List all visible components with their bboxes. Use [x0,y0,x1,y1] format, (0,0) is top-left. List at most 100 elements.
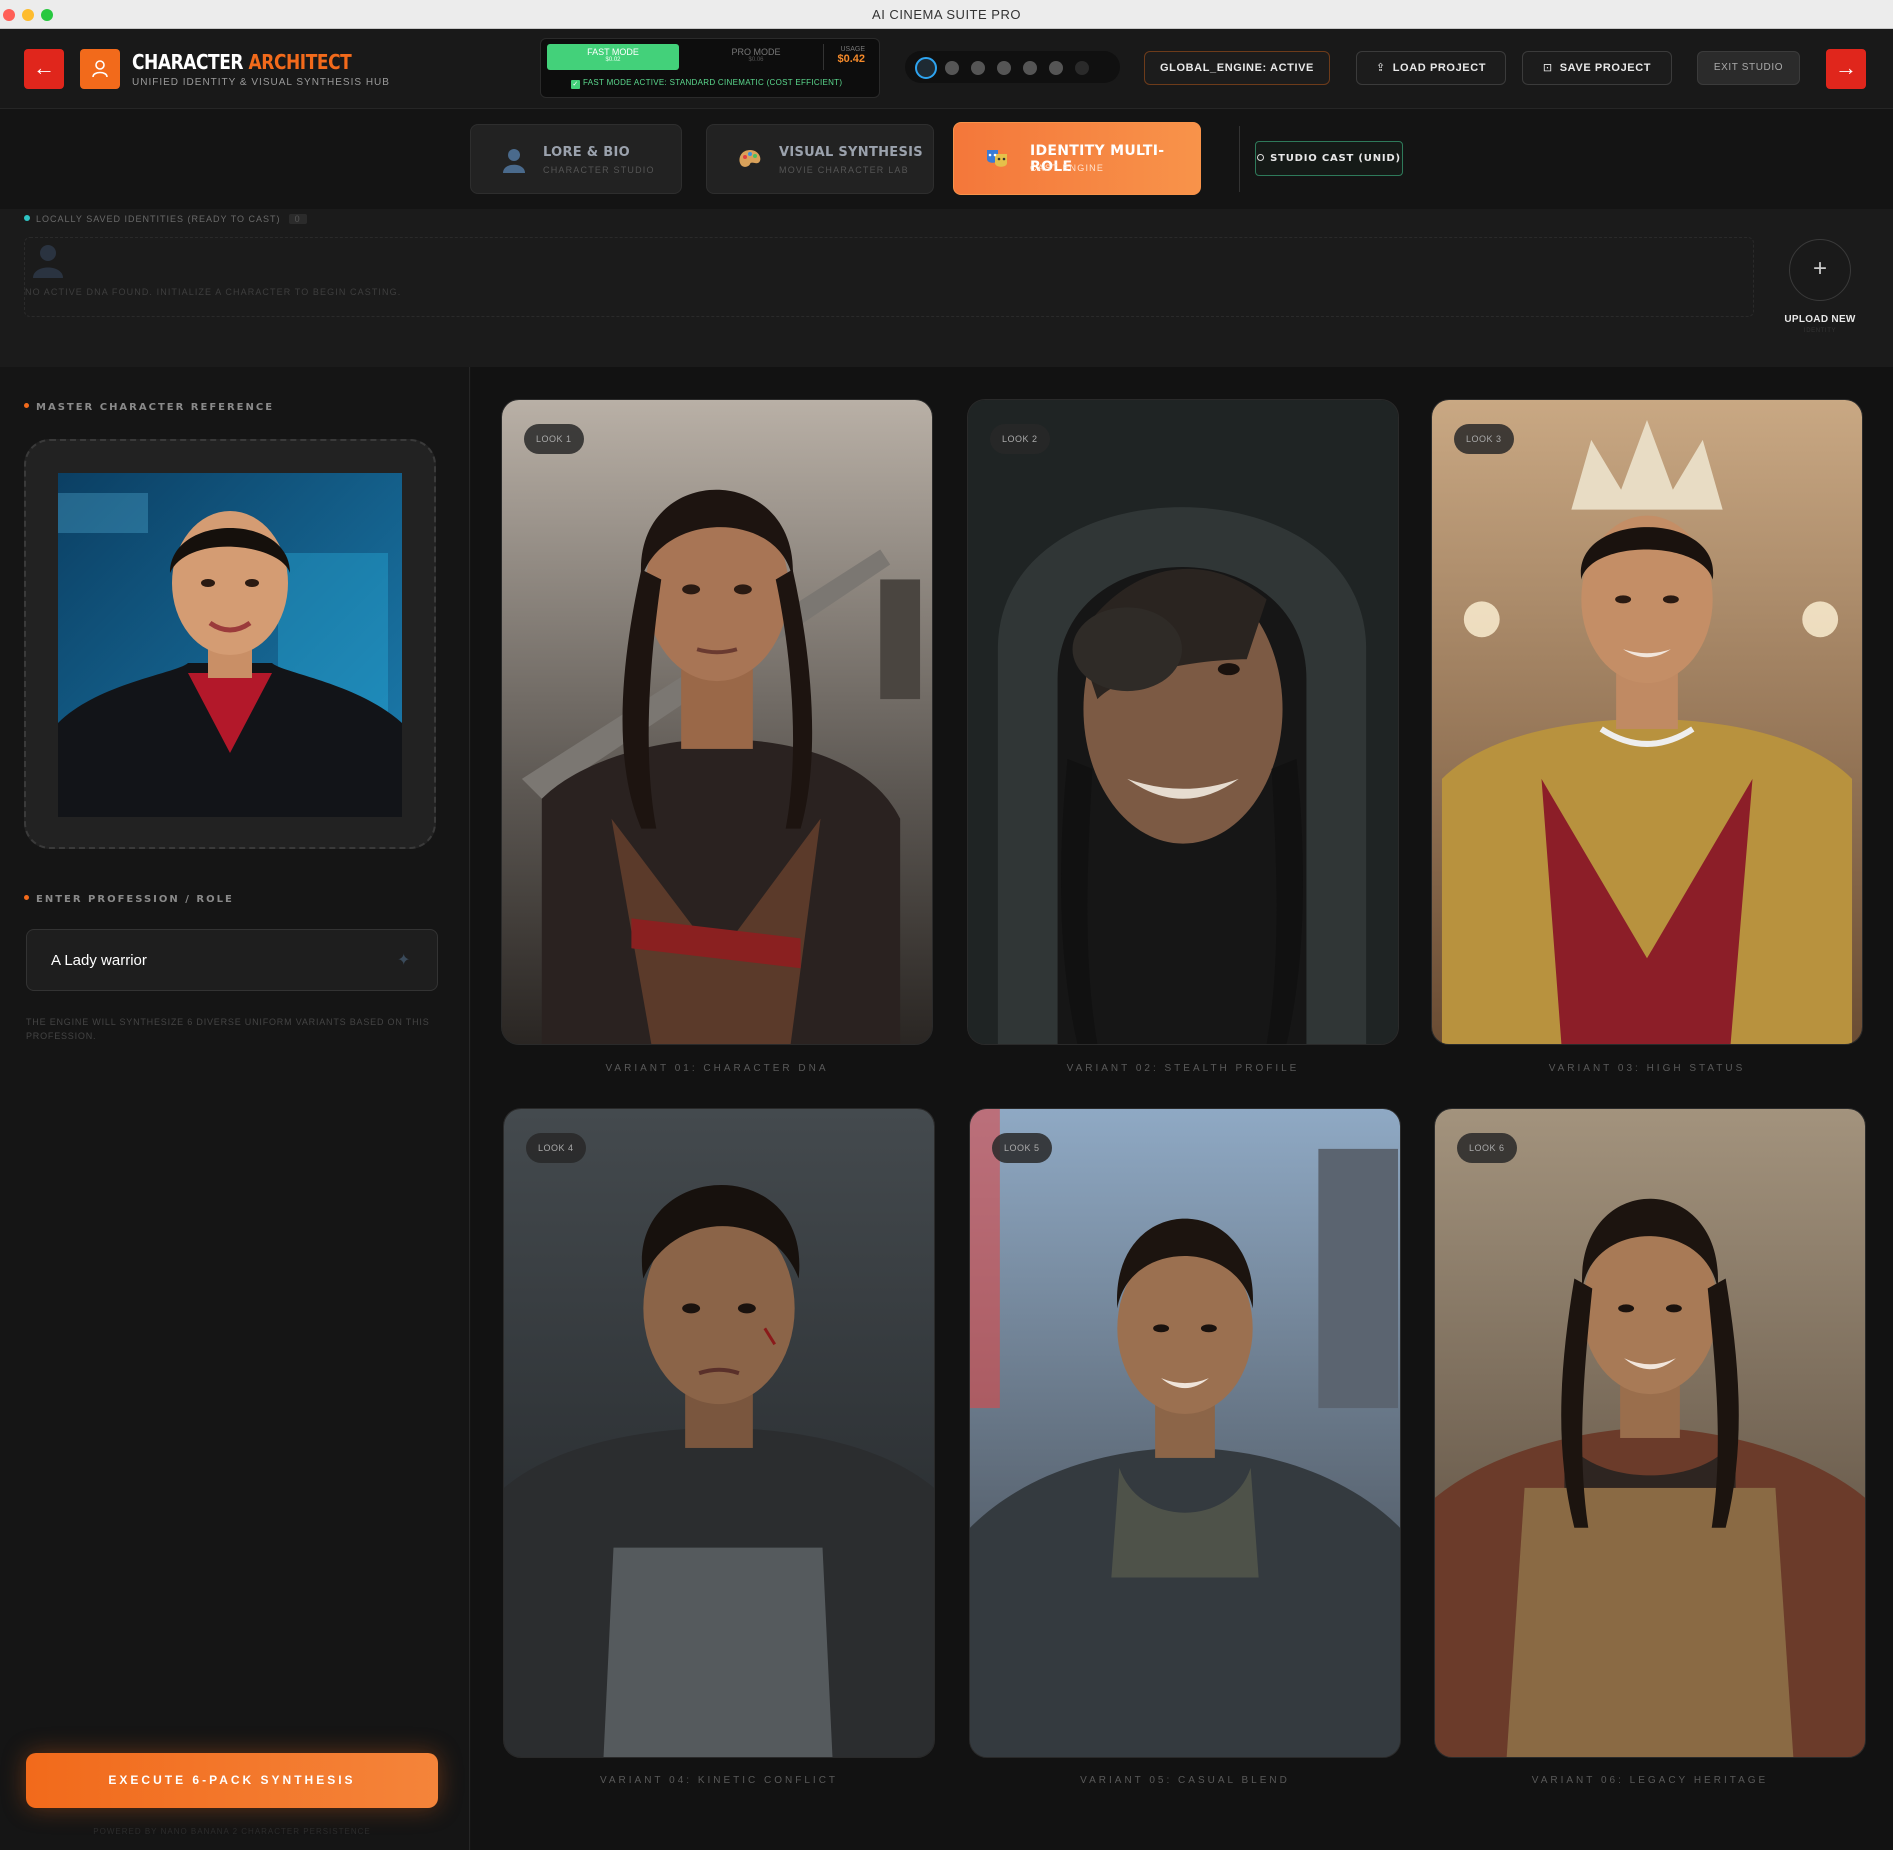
step-dot-4[interactable] [997,61,1011,75]
tab-lore-bio[interactable]: LORE & BIO CHARACTER STUDIO [470,124,682,194]
variant-label-5: VARIANT 05: CASUAL BLEND [1080,1775,1290,1786]
save-project-label: SAVE PROJECT [1559,62,1652,74]
back-button[interactable]: ← [24,49,64,89]
tab-identity-multi-role[interactable]: IDENTITY MULTI-ROLE CAST ENGINE [953,122,1201,195]
step-dot-1[interactable] [915,57,937,79]
step-dot-5[interactable] [1023,61,1037,75]
palette-icon [739,150,761,167]
module-tabs: LORE & BIO CHARACTER STUDIO VISUAL SYNTH… [0,109,1893,209]
variant-image-3 [1432,400,1862,1044]
powered-by-text: POWERED BY NANO BANANA 2 CHARACTER PERSI… [93,1827,371,1836]
step-dot-2[interactable] [945,61,959,75]
profession-label: ENTER PROFESSION / ROLE [36,894,234,905]
tab-visual-title: VISUAL SYNTHESIS [779,145,923,160]
step-dot-3[interactable] [971,61,985,75]
variant-card-2[interactable]: LOOK 2 [967,399,1399,1045]
execute-synthesis-button[interactable]: EXECUTE 6-PACK SYNTHESIS [26,1753,438,1808]
look-badge: LOOK 5 [992,1133,1052,1163]
forward-button[interactable]: → [1826,49,1866,89]
save-project-button[interactable]: ⊡ SAVE PROJECT [1522,51,1672,85]
look-badge: LOOK 2 [990,424,1050,454]
app-brand: CHARACTER ARCHITECT [132,50,352,74]
saved-identities-count: 0 [288,214,307,224]
saved-identities-label: LOCALLY SAVED IDENTITIES (READY TO CAST) [36,214,281,224]
brand-accent: ARCHITECT [248,50,352,74]
pro-mode-label: PRO MODE [731,47,781,57]
mode-status-text: FAST MODE ACTIVE: STANDARD CINEMATIC (CO… [583,78,843,87]
magic-wand-icon[interactable]: ✦ [397,950,410,970]
checkbox-icon: ✓ [571,80,580,89]
upload-identity-sublabel: IDENTITY [1803,328,1837,334]
step-dot-6[interactable] [1049,61,1063,75]
variant-label-2: VARIANT 02: STEALTH PROFILE [1066,1063,1300,1074]
window-title: AI CINEMA SUITE PRO [872,7,1021,22]
bullet-icon [24,403,29,408]
master-reference-label: MASTER CHARACTER REFERENCE [36,402,275,413]
profession-input[interactable]: A Lady warrior ✦ [26,929,438,991]
person-silhouette-icon [33,245,63,278]
fast-mode-label: FAST MODE [587,47,639,57]
save-icon: ⊡ [1542,62,1553,74]
load-project-button[interactable]: ⇪ LOAD PROJECT [1356,51,1506,85]
variant-label-4: VARIANT 04: KINETIC CONFLICT [599,1775,839,1786]
mode-selector: FAST MODE $0.02 PRO MODE $0.06 USAGE $0.… [540,38,880,98]
person-icon [503,149,525,173]
upload-identity-label: UPLOAD NEW [1784,314,1856,325]
left-sidebar: MASTER CHARACTER REFERENCE ENTER PROFESS… [0,367,470,1850]
look-badge: LOOK 4 [526,1133,586,1163]
variant-card-3[interactable]: LOOK 3 [1431,399,1863,1045]
studio-cast-button[interactable]: STUDIO CAST (UNID) [1255,141,1403,176]
app-header: ← CHARACTER ARCHITECT UNIFIED IDENTITY &… [0,29,1893,109]
master-reference-photo [58,473,402,817]
variant-card-5[interactable]: LOOK 5 [969,1108,1401,1758]
master-reference-dropzone[interactable] [24,439,436,849]
arrow-left-icon: ← [33,55,55,80]
profession-heading: ENTER PROFESSION / ROLE [24,894,234,905]
variant-card-4[interactable]: LOOK 4 [503,1108,935,1758]
variant-card-6[interactable]: LOOK 6 [1434,1108,1866,1758]
pro-mode-price: $0.06 [748,57,764,63]
variant-card-1[interactable]: LOOK 1 [501,399,933,1045]
usage-meter: USAGE $0.42 [823,44,877,70]
upload-icon: ⇪ [1375,62,1386,74]
variant-image-6 [1435,1109,1865,1757]
step-indicator [905,51,1120,83]
look-badge: LOOK 1 [524,424,584,454]
tab-lore-title: LORE & BIO [543,145,630,160]
variant-label-1: VARIANT 01: CHARACTER DNA [605,1063,829,1074]
saved-identities-list: NO ACTIVE DNA FOUND. INITIALIZE A CHARAC… [24,237,1754,317]
variant-grid: LOOK 1 VARIANT 01: CHARACTER DNA LOOK 2 … [471,367,1893,1850]
bullet-icon [24,895,29,900]
upload-identity-button[interactable]: + [1789,239,1851,301]
look-badge: LOOK 3 [1454,424,1514,454]
step-dot-7[interactable] [1075,61,1089,75]
fast-mode-button[interactable]: FAST MODE $0.02 [547,44,679,70]
tab-lore-subtitle: CHARACTER STUDIO [543,165,655,175]
saved-identities-header: LOCALLY SAVED IDENTITIES (READY TO CAST)… [24,214,307,224]
variant-image-4 [504,1109,934,1757]
app-logo [80,49,120,89]
variant-image-2 [968,400,1398,1044]
variant-image-5 [970,1109,1400,1757]
variant-label-3: VARIANT 03: HIGH STATUS [1548,1063,1746,1074]
master-reference-heading: MASTER CHARACTER REFERENCE [24,402,274,413]
circle-icon [1257,154,1265,161]
tab-visual-subtitle: MOVIE CHARACTER LAB [779,165,909,175]
load-project-label: LOAD PROJECT [1392,62,1487,74]
studio-cast-label: STUDIO CAST (UNID) [1270,153,1401,164]
arrow-right-icon: → [1835,55,1857,80]
tab-identity-subtitle: CAST ENGINE [1030,163,1105,173]
window-titlebar: AI CINEMA SUITE PRO [0,0,1893,29]
pro-mode-button[interactable]: PRO MODE $0.06 [691,44,821,70]
tab-divider [1239,126,1240,192]
tab-visual-synthesis[interactable]: VISUAL SYNTHESIS MOVIE CHARACTER LAB [706,124,934,194]
saved-identities-panel: LOCALLY SAVED IDENTITIES (READY TO CAST)… [0,209,1893,367]
masks-icon [987,150,1007,167]
app-subtitle: UNIFIED IDENTITY & VISUAL SYNTHESIS HUB [132,77,390,88]
profession-value: A Lady warrior [51,952,147,969]
exit-studio-button[interactable]: EXIT STUDIO [1697,51,1800,85]
plus-icon: + [1812,255,1827,282]
engine-status-button[interactable]: GLOBAL_ENGINE: ACTIVE [1144,51,1330,85]
brand-main: CHARACTER [132,50,244,74]
look-badge: LOOK 6 [1457,1133,1517,1163]
